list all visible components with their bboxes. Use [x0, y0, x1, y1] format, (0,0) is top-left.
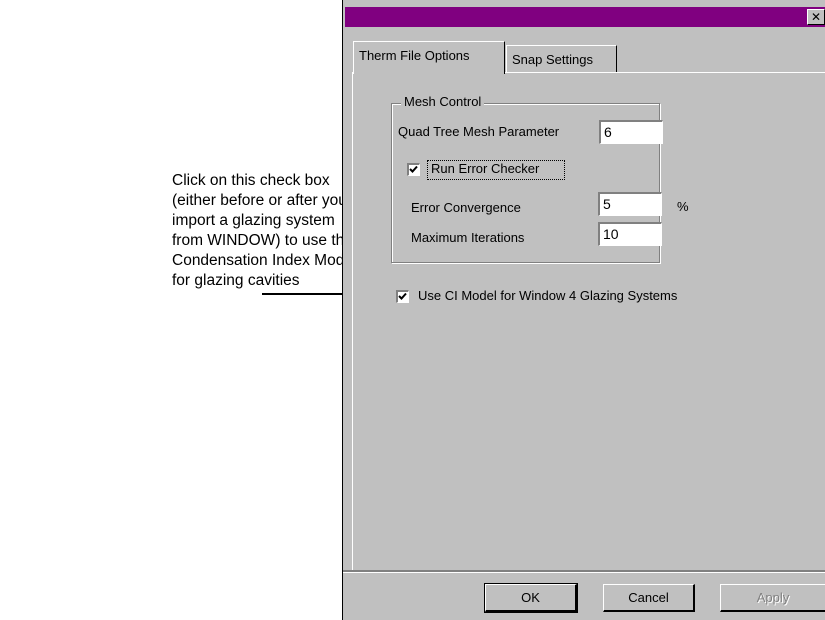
options-dialog: ✕ Therm File Options Snap Settings — [342, 0, 825, 620]
button-separator — [343, 570, 825, 572]
close-icon[interactable]: ✕ — [807, 9, 825, 25]
cancel-button[interactable]: Cancel — [603, 584, 695, 612]
annotation-line: from WINDOW) to use the — [172, 232, 353, 249]
annotation-line: Condensation Index Model — [172, 252, 357, 269]
max-iterations-input[interactable]: 10 — [598, 222, 662, 246]
max-iterations-label: Maximum Iterations — [411, 230, 525, 245]
quad-tree-label: Quad Tree Mesh Parameter — [398, 124, 560, 139]
annotation-line: for glazing cavities — [172, 272, 300, 289]
run-error-checker-checkbox[interactable] — [407, 163, 420, 176]
annotation-text: Click on this check box (either before o… — [172, 171, 362, 291]
annotation-line: (either before or after you — [172, 192, 347, 209]
percent-unit: % — [677, 199, 689, 214]
run-error-checker-label[interactable]: Run Error Checker — [431, 161, 539, 177]
ok-button[interactable]: OK — [484, 583, 578, 613]
annotation-line: Click on this check box — [172, 172, 330, 189]
quad-tree-input[interactable]: 6 — [599, 120, 663, 144]
annotation-line: import a glazing system — [172, 212, 335, 229]
title-bar: ✕ — [345, 7, 825, 27]
checkmark-icon — [398, 292, 407, 300]
error-convergence-label: Error Convergence — [411, 200, 521, 215]
checkmark-icon — [409, 165, 418, 173]
tab-therm-file-options[interactable]: Therm File Options — [353, 41, 505, 74]
apply-button[interactable]: Apply — [720, 584, 825, 612]
use-ci-model-label[interactable]: Use CI Model for Window 4 Glazing System… — [418, 288, 677, 304]
error-convergence-input[interactable]: 5 — [598, 192, 662, 216]
mesh-control-legend: Mesh Control — [401, 94, 485, 110]
tab-snap-settings[interactable]: Snap Settings — [506, 45, 617, 73]
use-ci-model-checkbox[interactable] — [396, 290, 409, 303]
